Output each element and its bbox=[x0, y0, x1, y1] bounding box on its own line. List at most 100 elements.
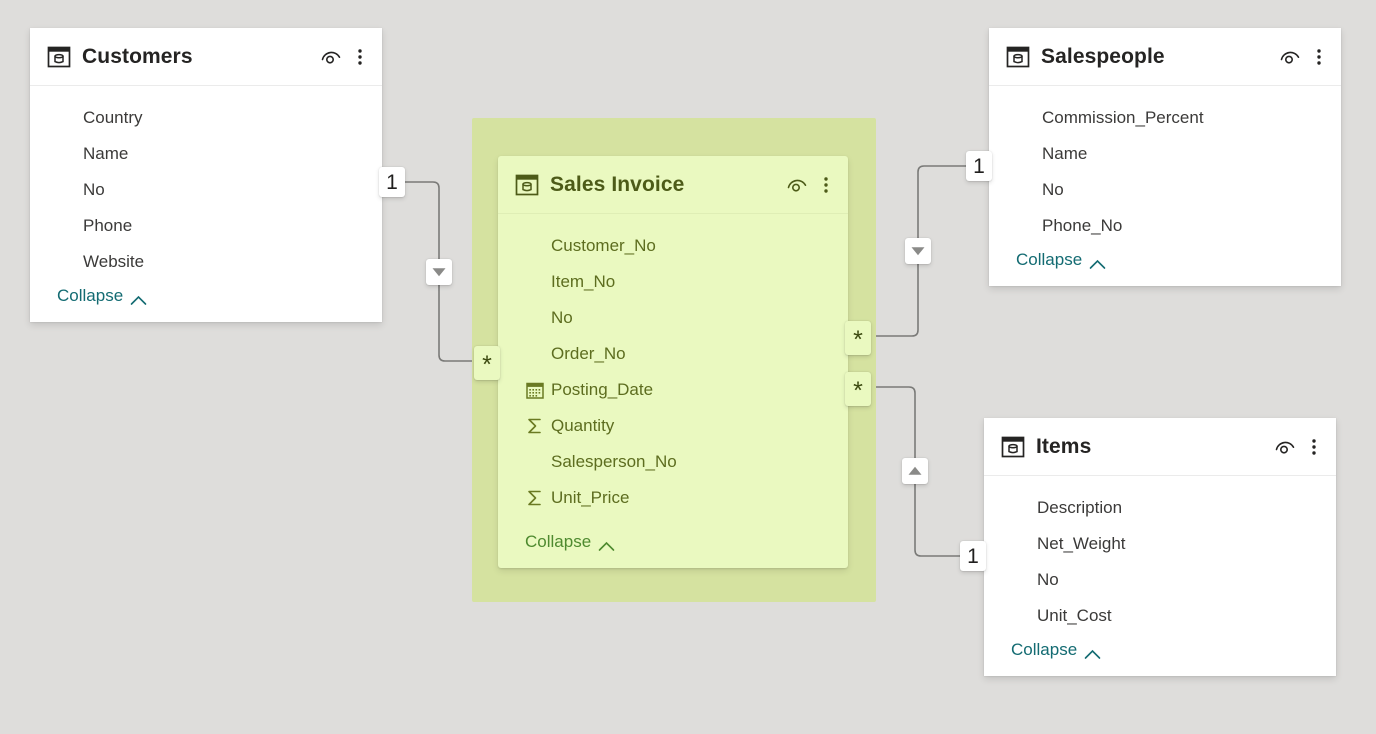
field-row[interactable]: No bbox=[989, 172, 1341, 208]
field-list-sales-invoice: Customer_No Item_No No Order_No Posting_… bbox=[498, 214, 848, 530]
field-label: Website bbox=[83, 252, 145, 271]
table-title: Sales Invoice bbox=[550, 172, 685, 196]
header-actions bbox=[320, 46, 368, 68]
table-icon bbox=[514, 172, 540, 198]
cardinality-badge-customers-one[interactable]: 1 bbox=[379, 167, 405, 197]
table-card-salespeople[interactable]: Salespeople Commission_Percent Name No P… bbox=[989, 28, 1341, 286]
collapse-button[interactable]: Collapse bbox=[1016, 250, 1106, 270]
field-label: Name bbox=[83, 144, 129, 163]
table-icon bbox=[46, 44, 72, 70]
table-card-items[interactable]: Items Description Net_Weight No Unit_Cos… bbox=[984, 418, 1336, 676]
field-row[interactable]: Commission_Percent bbox=[989, 100, 1341, 136]
field-row[interactable]: No bbox=[984, 562, 1336, 598]
table-header-items[interactable]: Items bbox=[984, 418, 1336, 476]
field-row[interactable]: Unit_Cost bbox=[984, 598, 1336, 634]
field-row[interactable]: Order_No bbox=[498, 336, 848, 372]
field-label: Net_Weight bbox=[1037, 534, 1126, 553]
collapse-label: Collapse bbox=[1016, 250, 1083, 269]
field-list-items: Description Net_Weight No Unit_Cost bbox=[984, 476, 1336, 638]
model-diagram-canvas[interactable]: Customers Country Name No Phone Website … bbox=[0, 0, 1376, 734]
sum-icon bbox=[525, 488, 545, 508]
filter-direction-salespeople-sales-invoice[interactable] bbox=[905, 238, 931, 264]
cardinality-badge-sales-invoice-many-customers[interactable]: * bbox=[474, 346, 500, 380]
cardinality-badge-items-one[interactable]: 1 bbox=[960, 541, 986, 571]
table-title: Salespeople bbox=[1041, 44, 1165, 68]
field-label: No bbox=[551, 308, 573, 327]
collapse-label: Collapse bbox=[1011, 640, 1078, 659]
field-list-salespeople: Commission_Percent Name No Phone_No bbox=[989, 86, 1341, 248]
more-options-icon[interactable] bbox=[352, 46, 368, 68]
field-row[interactable]: No bbox=[30, 172, 382, 208]
field-label: Posting_Date bbox=[551, 380, 654, 399]
table-title: Customers bbox=[82, 44, 193, 68]
cardinality-badge-salespeople-one[interactable]: 1 bbox=[966, 151, 992, 181]
field-label: Quantity bbox=[551, 416, 615, 435]
table-header-salespeople[interactable]: Salespeople bbox=[989, 28, 1341, 86]
table-header-customers[interactable]: Customers bbox=[30, 28, 382, 86]
field-label: Unit_Price bbox=[551, 488, 630, 507]
field-label: Order_No bbox=[551, 344, 626, 363]
field-label: Salesperson_No bbox=[551, 452, 677, 471]
table-card-customers[interactable]: Customers Country Name No Phone Website … bbox=[30, 28, 382, 322]
field-row[interactable]: Quantity bbox=[498, 408, 848, 444]
chevron-up-icon bbox=[130, 291, 147, 305]
field-label: Name bbox=[1042, 144, 1088, 163]
cardinality-badge-sales-invoice-many-salespeople[interactable]: * bbox=[845, 321, 871, 355]
field-label: Unit_Cost bbox=[1037, 606, 1112, 625]
cardinality-badge-sales-invoice-many-items[interactable]: * bbox=[845, 372, 871, 406]
chevron-up-icon bbox=[1084, 645, 1101, 659]
collapse-button[interactable]: Collapse bbox=[57, 286, 147, 306]
field-row[interactable]: Customer_No bbox=[498, 228, 848, 264]
field-row[interactable]: Posting_Date bbox=[498, 372, 848, 408]
table-header-sales-invoice[interactable]: Sales Invoice bbox=[498, 156, 848, 214]
collapse-label: Collapse bbox=[57, 286, 124, 305]
field-row[interactable]: Description bbox=[984, 490, 1336, 526]
collapse-button[interactable]: Collapse bbox=[1011, 640, 1101, 660]
field-label: Country bbox=[83, 108, 143, 127]
calendar-icon bbox=[525, 380, 545, 400]
field-label: No bbox=[1042, 180, 1064, 199]
collapse-row: Collapse bbox=[498, 530, 848, 568]
field-label: Item_No bbox=[551, 272, 616, 291]
field-row[interactable]: Country bbox=[30, 100, 382, 136]
field-label: Commission_Percent bbox=[1042, 108, 1204, 127]
chevron-up-icon bbox=[598, 537, 615, 551]
more-options-icon[interactable] bbox=[1311, 46, 1327, 68]
header-actions bbox=[1279, 46, 1327, 68]
collapse-row: Collapse bbox=[30, 284, 382, 322]
field-row[interactable]: Name bbox=[989, 136, 1341, 172]
table-icon bbox=[1000, 434, 1026, 460]
arrow-up-icon bbox=[907, 465, 923, 477]
eye-icon[interactable] bbox=[1279, 46, 1301, 68]
collapse-row: Collapse bbox=[989, 248, 1341, 286]
field-row[interactable]: Website bbox=[30, 244, 382, 280]
sum-icon bbox=[525, 416, 545, 436]
more-options-icon[interactable] bbox=[818, 174, 834, 196]
collapse-row: Collapse bbox=[984, 638, 1336, 676]
eye-icon[interactable] bbox=[786, 174, 808, 196]
header-actions bbox=[1274, 436, 1322, 458]
field-row[interactable]: Unit_Price bbox=[498, 480, 848, 516]
arrow-down-icon bbox=[431, 266, 447, 278]
table-icon bbox=[1005, 44, 1031, 70]
table-card-sales-invoice[interactable]: Sales Invoice Customer_No Item_No No Ord… bbox=[498, 156, 848, 568]
filter-direction-items-sales-invoice[interactable] bbox=[902, 458, 928, 484]
field-row[interactable]: Name bbox=[30, 136, 382, 172]
header-actions bbox=[786, 174, 834, 196]
field-row[interactable]: Net_Weight bbox=[984, 526, 1336, 562]
field-row[interactable]: Phone bbox=[30, 208, 382, 244]
field-label: No bbox=[1037, 570, 1059, 589]
field-row[interactable]: Item_No bbox=[498, 264, 848, 300]
collapse-button[interactable]: Collapse bbox=[525, 532, 615, 552]
eye-icon[interactable] bbox=[320, 46, 342, 68]
field-label: Description bbox=[1037, 498, 1123, 517]
field-label: Phone bbox=[83, 216, 133, 235]
field-row[interactable]: Phone_No bbox=[989, 208, 1341, 244]
more-options-icon[interactable] bbox=[1306, 436, 1322, 458]
field-label: Customer_No bbox=[551, 236, 656, 255]
field-row[interactable]: Salesperson_No bbox=[498, 444, 848, 480]
field-row[interactable]: No bbox=[498, 300, 848, 336]
field-list-customers: Country Name No Phone Website bbox=[30, 86, 382, 284]
filter-direction-customers-sales-invoice[interactable] bbox=[426, 259, 452, 285]
eye-icon[interactable] bbox=[1274, 436, 1296, 458]
